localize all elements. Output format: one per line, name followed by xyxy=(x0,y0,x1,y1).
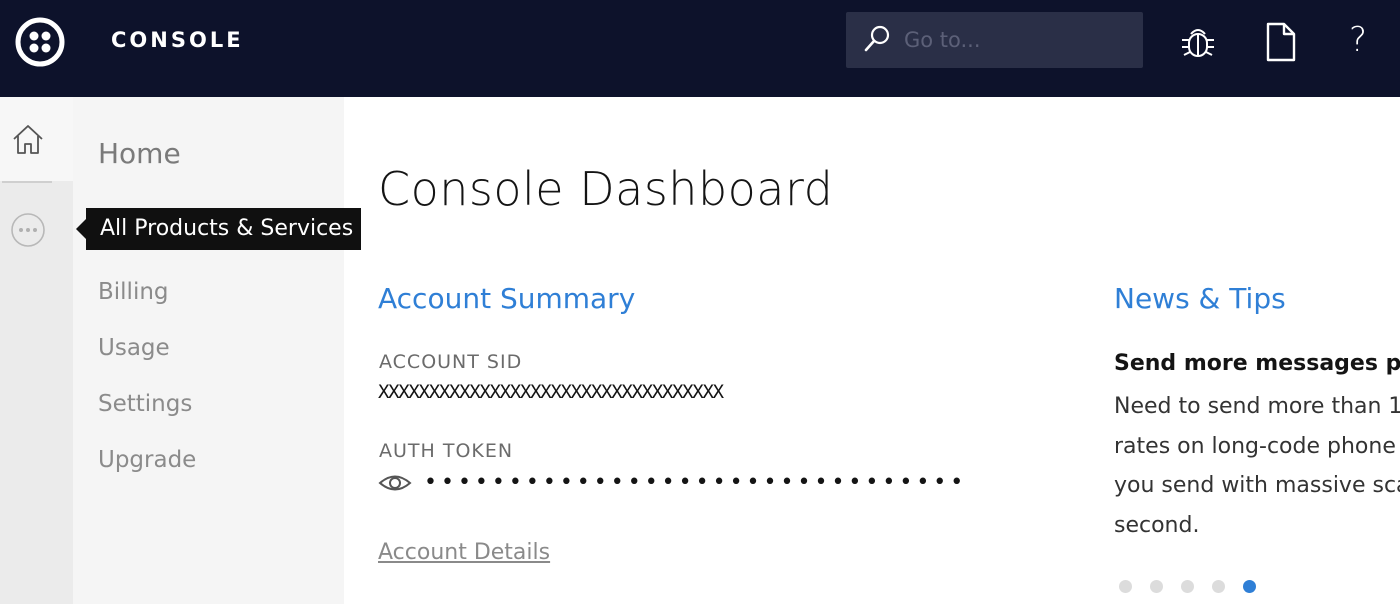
nav-item-usage[interactable]: Usage xyxy=(98,335,170,361)
carousel-dot[interactable] xyxy=(1212,580,1225,593)
sub-navigation: Home Billing Usage Settings Upgrade xyxy=(73,97,344,604)
nav-item-billing[interactable]: Billing xyxy=(98,279,169,305)
goto-search[interactable] xyxy=(846,12,1143,68)
nav-item-settings[interactable]: Settings xyxy=(98,391,192,417)
twilio-logo-icon[interactable] xyxy=(15,17,65,67)
rail-divider xyxy=(2,181,52,183)
carousel-dot[interactable] xyxy=(1243,580,1256,593)
news-tips-heading: News & Tips xyxy=(1114,282,1286,315)
search-icon xyxy=(864,25,890,52)
bug-icon[interactable] xyxy=(1178,20,1218,64)
show-token-eye-icon[interactable] xyxy=(378,469,412,497)
news-item-title: Send more messages per xyxy=(1114,351,1400,376)
auth-token-label: AUTH TOKEN xyxy=(379,440,514,462)
news-line: you send with massive sca xyxy=(1114,473,1400,498)
carousel-dot[interactable] xyxy=(1181,580,1194,593)
home-icon xyxy=(13,125,43,154)
news-item-body: Need to send more than 1 rates on long-c… xyxy=(1114,387,1400,545)
account-sid-value: XXXXXXXXXXXXXXXXXXXXXXXXXXXXXXXXXX xyxy=(378,381,724,403)
page-title: Console Dashboard xyxy=(378,162,834,216)
search-input[interactable] xyxy=(904,22,1129,58)
top-bar: CONSOLE ? xyxy=(0,0,1400,97)
auth-token-value: •••••••••••••••••••••••••••••••• xyxy=(424,470,968,495)
more-icon[interactable] xyxy=(10,212,46,248)
carousel-dot[interactable] xyxy=(1150,580,1163,593)
help-icon[interactable]: ? xyxy=(1338,18,1378,62)
document-icon[interactable] xyxy=(1260,20,1300,64)
news-line: rates on long-code phone xyxy=(1114,433,1396,459)
account-details-link[interactable]: Account Details xyxy=(378,540,550,565)
news-line: second. xyxy=(1114,512,1200,538)
icon-rail xyxy=(0,97,73,604)
nav-item-upgrade[interactable]: Upgrade xyxy=(98,447,196,473)
news-line: Need to send more than 1 xyxy=(1114,394,1400,419)
brand-title: CONSOLE xyxy=(111,28,244,52)
account-sid-label: ACCOUNT SID xyxy=(379,351,523,373)
tooltip-all-products: All Products & Services xyxy=(76,208,361,250)
nav-item-home[interactable]: Home xyxy=(98,137,181,170)
account-summary-heading: Account Summary xyxy=(378,282,636,315)
rail-home-item[interactable] xyxy=(0,97,73,181)
carousel-dot[interactable] xyxy=(1119,580,1132,593)
